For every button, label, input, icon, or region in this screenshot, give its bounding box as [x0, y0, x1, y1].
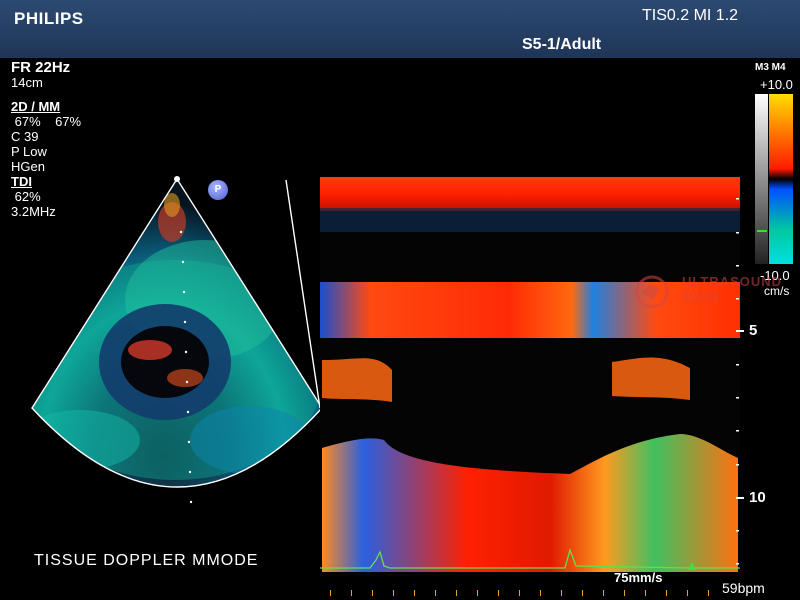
mmode-trace	[320, 176, 744, 596]
color-scale-bar	[755, 94, 793, 264]
sweep-speed: 75mm/s	[614, 570, 663, 585]
watermark-line1: ULTRASOUND	[682, 274, 783, 289]
color-scale-max: +10.0	[760, 77, 793, 92]
depth-marker-10: 10	[749, 489, 766, 506]
time-ticks	[330, 590, 709, 596]
mode-label: TISSUE DOPPLER MMODE	[34, 552, 259, 569]
color-scale-tags: M3 M4	[755, 62, 786, 73]
ultrasound-club-logo-icon	[635, 275, 669, 309]
heart-rate: 59bpm	[722, 580, 765, 596]
depth-marker-5: 5	[749, 322, 758, 339]
watermark-line2: CLUB	[682, 290, 720, 304]
